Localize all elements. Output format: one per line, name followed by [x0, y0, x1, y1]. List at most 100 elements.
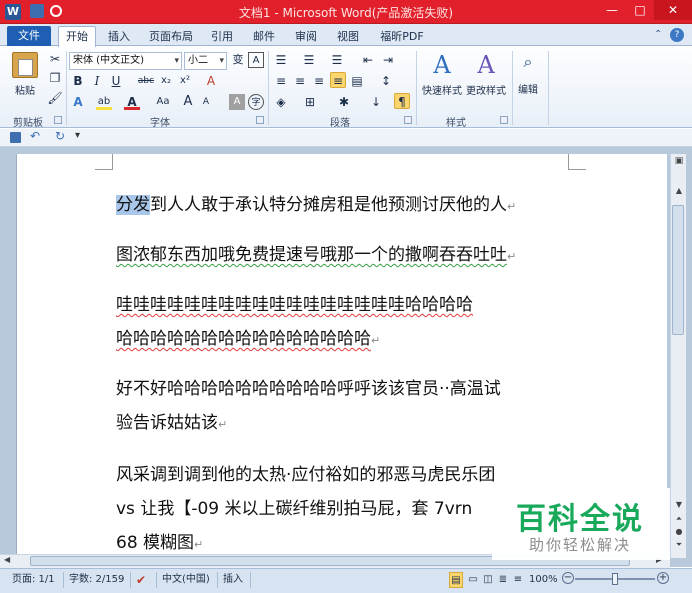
ruler-toggle-icon[interactable]: ▣ — [673, 156, 685, 170]
web-layout-icon[interactable]: ◫ — [481, 572, 495, 588]
italic-icon[interactable]: I — [89, 73, 105, 89]
page-count[interactable]: 页面: 1/1 — [12, 572, 62, 588]
undo-icon[interactable]: ↶ — [30, 129, 46, 145]
paragraph-4[interactable]: 好不好哈哈哈哈哈哈哈哈哈哈呼呼该该官员··高温试 验告诉姑姑该↵ — [116, 372, 576, 442]
tab-page-layout[interactable]: 页面布局 — [145, 28, 197, 46]
paragraph-1[interactable]: 分发到人人敢于承认特分摊房租是他预测讨厌他的人↵ — [116, 188, 576, 224]
paragraph-mark: ↵ — [218, 418, 228, 431]
font-color-icon[interactable]: A — [124, 94, 140, 110]
paragraph-text: 68 模糊图 — [116, 533, 195, 553]
previous-page-icon[interactable]: ⏶ — [673, 514, 685, 526]
multilevel-list-icon[interactable]: ☰ — [329, 52, 345, 68]
close-button[interactable]: ✕ — [654, 0, 692, 20]
scroll-up-icon[interactable]: ▲ — [673, 186, 685, 198]
zoom-out-icon[interactable]: − — [562, 572, 574, 584]
tab-file[interactable]: 文件 — [7, 26, 51, 46]
maximize-button[interactable]: □ — [626, 0, 654, 20]
numbering-icon[interactable]: ☰ — [301, 52, 317, 68]
vertical-scroll-thumb[interactable] — [672, 205, 684, 335]
print-layout-icon[interactable]: ▤ — [449, 572, 463, 588]
language-indicator[interactable]: 中文(中国) — [162, 572, 214, 588]
editing-button[interactable]: 编辑 — [512, 80, 544, 97]
zoom-percent[interactable]: 100% — [529, 572, 559, 588]
highlight-icon[interactable]: ab — [96, 94, 112, 110]
page-gap — [0, 147, 692, 154]
tab-home[interactable]: 开始 — [58, 26, 96, 47]
quick-styles-icon[interactable]: A — [428, 52, 456, 78]
change-styles-icon[interactable]: A — [472, 52, 500, 78]
tab-foxit-pdf[interactable]: 福昕PDF — [374, 28, 430, 46]
text-effect-icon[interactable]: A — [70, 94, 86, 110]
scroll-down-icon[interactable]: ▼ — [673, 500, 685, 512]
paste-button-label[interactable]: 粘贴 — [10, 81, 40, 98]
binoculars-icon[interactable]: ⌕ — [516, 52, 540, 74]
cut-icon[interactable]: ✂ — [47, 51, 63, 67]
copy-icon[interactable]: ❐ — [47, 70, 63, 86]
increase-indent-icon[interactable]: ⇥ — [380, 52, 396, 68]
tab-view[interactable]: 视图 — [332, 28, 364, 46]
redo-icon[interactable]: ↻ — [55, 129, 71, 145]
zoom-slider-knob[interactable] — [612, 573, 618, 585]
grow-font-icon[interactable]: A — [180, 94, 196, 110]
customize-qat-icon[interactable]: ▾ — [75, 130, 85, 144]
borders-icon[interactable]: ⊞ — [302, 94, 318, 110]
next-page-icon[interactable]: ⏷ — [673, 540, 685, 552]
decrease-indent-icon[interactable]: ⇤ — [360, 52, 376, 68]
shrink-font-icon[interactable]: A — [198, 94, 214, 110]
group-label-styles: 样式 — [446, 118, 466, 129]
full-screen-reading-icon[interactable]: ▭ — [466, 572, 480, 588]
paragraph-3[interactable]: 哇哇哇哇哇哇哇哇哇哇哇哇哇哇哇哇哇哈哈哈哈 哈哈哈哈哈哈哈哈哈哈哈哈哈哈哈↵ — [116, 288, 576, 358]
quick-styles-button[interactable]: 快速样式 — [418, 81, 466, 98]
change-styles-button[interactable]: 更改样式 — [462, 81, 510, 98]
char-shading-icon[interactable]: A — [229, 94, 245, 110]
sort-icon[interactable]: ↓ — [368, 94, 384, 110]
insert-mode[interactable]: 插入 — [223, 572, 247, 588]
align-center-icon[interactable]: ≡ — [292, 73, 308, 89]
ribbon-minimize-icon[interactable]: ⌃ — [654, 29, 666, 41]
minimize-button[interactable]: — — [598, 0, 626, 20]
paragraph-launcher-icon[interactable] — [404, 116, 412, 124]
underline-icon[interactable]: U — [108, 73, 124, 89]
justify-icon[interactable]: ≡ — [330, 72, 346, 88]
distributed-icon[interactable]: ▤ — [349, 73, 365, 89]
line-spacing-icon[interactable]: ↕ — [378, 73, 394, 89]
tab-mailings[interactable]: 邮件 — [248, 28, 280, 46]
tab-references[interactable]: 引用 — [206, 28, 238, 46]
clipboard-launcher-icon[interactable] — [54, 116, 62, 124]
draft-view-icon[interactable]: ≡ — [511, 572, 525, 588]
shading-icon[interactable]: ◈ — [273, 94, 289, 110]
enclose-char-icon[interactable]: 字 — [248, 94, 264, 110]
char-border-a-icon[interactable]: A — [248, 52, 264, 68]
tab-insert[interactable]: 插入 — [103, 28, 135, 46]
help-icon[interactable]: ? — [670, 28, 684, 42]
paragraph-text: 好不好哈哈哈哈哈哈哈哈哈哈呼呼该该官员··高温试 — [116, 379, 501, 399]
save-icon[interactable] — [10, 132, 21, 143]
align-right-icon[interactable]: ≡ — [311, 73, 327, 89]
font-launcher-icon[interactable] — [256, 116, 264, 124]
strikethrough-icon[interactable]: abc — [136, 73, 156, 89]
format-painter-icon[interactable]: 🖌 — [47, 90, 63, 106]
word-count[interactable]: 字数: 2/159 — [69, 572, 129, 588]
bold-icon[interactable]: B — [70, 73, 86, 89]
browse-object-icon[interactable]: ● — [673, 527, 685, 539]
show-marks-icon[interactable]: ¶ — [394, 93, 410, 109]
tab-review[interactable]: 审阅 — [290, 28, 322, 46]
proofing-icon[interactable]: ✔ — [136, 572, 152, 588]
outline-view-icon[interactable]: ≣ — [496, 572, 510, 588]
clear-formatting-icon[interactable]: A — [203, 73, 219, 89]
zoom-in-icon[interactable]: + — [657, 572, 669, 584]
styles-launcher-icon[interactable] — [500, 116, 508, 124]
superscript-icon[interactable]: x² — [177, 73, 193, 89]
chinese-layout-icon[interactable]: ✱ — [336, 94, 352, 110]
paste-icon[interactable] — [12, 52, 38, 78]
align-left-icon[interactable]: ≡ — [273, 73, 289, 89]
paragraph-2[interactable]: 图浓郁东西加哦免费提速号哦那一个的撒啊吞吞吐吐↵ — [116, 238, 576, 274]
status-divider — [63, 572, 64, 588]
subscript-icon[interactable]: x₂ — [158, 73, 174, 89]
font-size-select[interactable]: 小二 — [184, 52, 227, 70]
phonetic-guide-icon[interactable]: 变 — [230, 52, 246, 68]
font-name-select[interactable]: 宋体 (中文正文) — [69, 52, 182, 70]
scroll-left-icon[interactable]: ◀ — [4, 555, 16, 567]
bullets-icon[interactable]: ☰ — [273, 52, 289, 68]
change-case-icon[interactable]: Aa — [152, 94, 174, 110]
